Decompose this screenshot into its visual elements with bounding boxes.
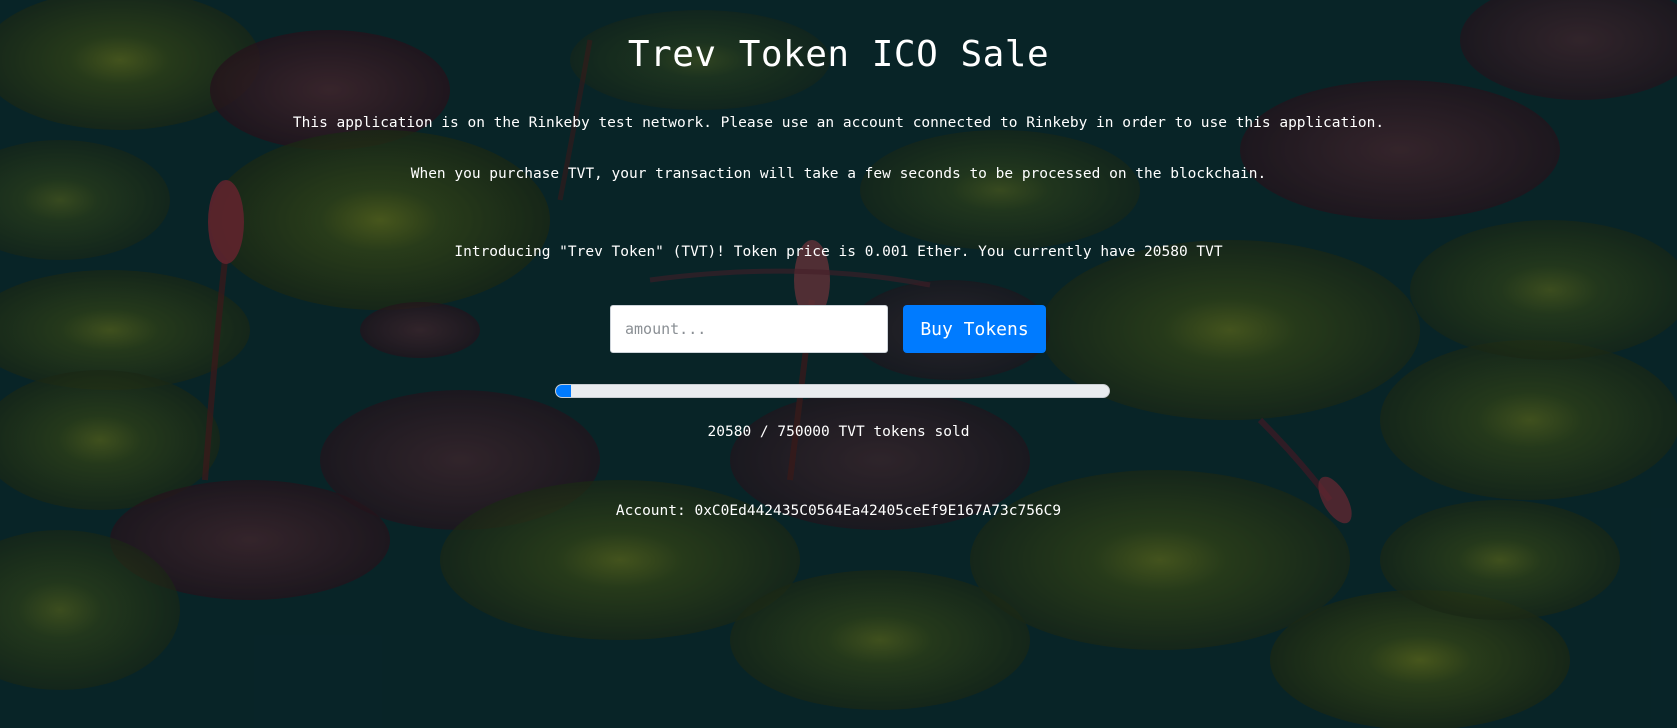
- amount-input[interactable]: [610, 305, 888, 353]
- buy-tokens-form: Buy Tokens: [610, 305, 1046, 353]
- network-notice: This application is on the Rinkeby test …: [292, 115, 1385, 131]
- sale-progress-fill: [556, 385, 572, 397]
- page-title: Trev Token ICO Sale: [627, 34, 1050, 75]
- account-address: Account: 0xC0Ed442435C0564Ea42405ceEf9E1…: [615, 503, 1062, 519]
- buy-tokens-button[interactable]: Buy Tokens: [903, 305, 1046, 353]
- token-intro-text: Introducing "Trev Token" (TVT)! Token pr…: [454, 244, 1223, 260]
- tokens-sold-text: 20580 / 750000 TVT tokens sold: [707, 424, 970, 440]
- processing-notice: When you purchase TVT, your transaction …: [410, 166, 1267, 182]
- ico-sale-page: Trev Token ICO Sale This application is …: [0, 0, 1677, 728]
- sale-progress-bar: [555, 384, 1110, 398]
